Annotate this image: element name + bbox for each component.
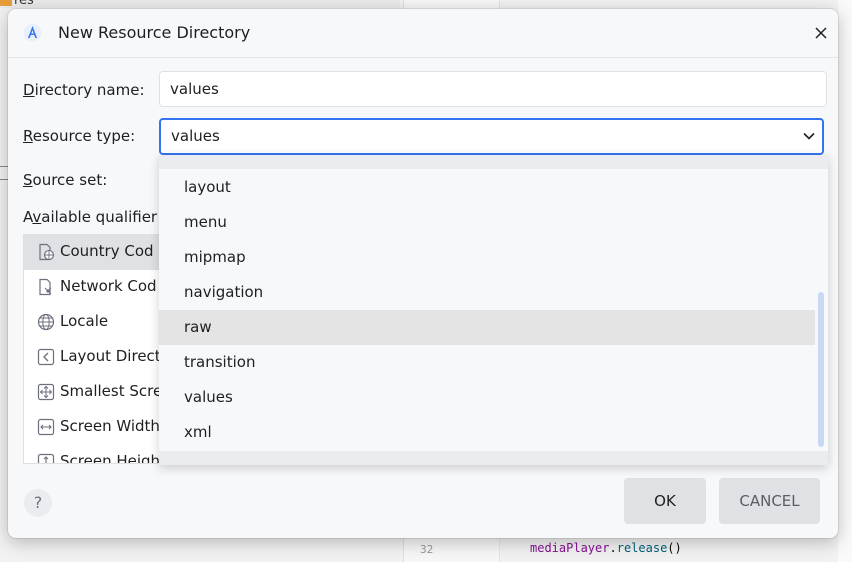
editor-right-edge — [838, 0, 852, 562]
code-parens: () — [667, 541, 682, 555]
folder-icon — [0, 0, 12, 6]
resource-type-select[interactable]: values — [159, 118, 824, 155]
available-qualifiers-label: Available qualifier — [23, 208, 158, 226]
code-object: mediaPlayer — [530, 541, 610, 555]
dialog-title-bar: New Resource Directory — [8, 9, 838, 57]
ok-button[interactable]: OK — [624, 478, 706, 524]
country-code-icon — [39, 243, 55, 261]
close-icon — [815, 27, 827, 39]
dropdown-option[interactable]: mipmap — [159, 240, 815, 275]
dropdown-option[interactable]: transition — [159, 345, 815, 380]
project-folder-label[interactable]: res — [14, 0, 34, 8]
dropdown-option[interactable]: menu — [159, 205, 815, 240]
dialog-title: New Resource Directory — [58, 23, 251, 42]
qualifier-label: Layout Direct — [60, 347, 161, 365]
cancel-button[interactable]: CANCEL — [719, 478, 820, 524]
chevron-down-icon — [803, 132, 815, 140]
project-tree-strip — [0, 0, 400, 8]
qualifier-label: Network Cod — [60, 277, 157, 295]
dropdown-option[interactable]: values — [159, 380, 815, 415]
qualifier-label: Smallest Scre — [60, 382, 163, 400]
qualifier-label: Locale — [60, 312, 109, 330]
layout-direction-icon — [37, 348, 55, 366]
screen-height-icon — [37, 453, 55, 463]
directory-name-label: Directory name: — [23, 81, 145, 99]
dropdown-option[interactable]: layout — [159, 170, 815, 205]
android-studio-icon — [23, 23, 42, 42]
code-method: release — [616, 541, 668, 555]
dropdown-scrollbar[interactable] — [818, 292, 824, 447]
help-button[interactable]: ? — [24, 489, 52, 517]
code-dot: . — [609, 541, 617, 555]
directory-name-input[interactable]: values — [159, 71, 827, 107]
resource-type-label: Resource type: — [23, 127, 136, 145]
resource-type-dropdown[interactable]: layout menu mipmap navigation raw transi… — [159, 155, 828, 465]
code-line[interactable]: mediaPlayer.release() — [530, 541, 682, 555]
help-icon: ? — [33, 493, 43, 512]
qualifier-label: Screen Heigh — [60, 452, 161, 464]
dropdown-option-hovered[interactable]: raw — [159, 310, 815, 345]
title-separator — [8, 57, 838, 58]
close-button[interactable] — [811, 23, 831, 43]
dropdown-top-edge — [159, 155, 828, 169]
network-code-icon — [39, 278, 52, 296]
resource-type-value: values — [171, 127, 220, 145]
dropdown-option[interactable]: xml — [159, 415, 815, 450]
dropdown-option[interactable]: navigation — [159, 275, 815, 310]
source-set-label: Source set: — [23, 171, 108, 189]
qualifier-label: Screen Width — [60, 417, 160, 435]
qualifier-label: Country Cod — [60, 242, 154, 260]
smallest-screen-width-icon — [37, 383, 55, 401]
screen-width-icon — [37, 418, 55, 436]
line-number: 32 — [420, 543, 434, 556]
dropdown-bottom-edge — [159, 451, 828, 465]
globe-icon — [37, 313, 55, 331]
